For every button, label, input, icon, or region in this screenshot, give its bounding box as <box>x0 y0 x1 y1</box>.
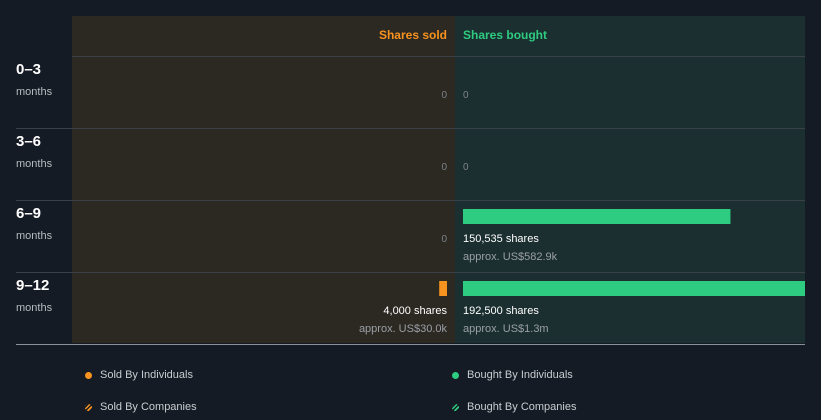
row-period-3: 9–12 <box>16 277 50 294</box>
legend-bought-individuals: Bought By Individuals <box>452 369 573 381</box>
bought-zero-label-0: 0 <box>463 90 469 101</box>
insider-trading-chart: Shares sold Shares bought 0 0 0 0 0 150,535 s… <box>16 16 805 345</box>
row-period-2: 6–9 <box>16 205 42 222</box>
legend-sold-companies-label: Sold By Companies <box>100 401 197 413</box>
bought-value-label-3: approx. US$1.3m <box>463 323 549 335</box>
row-unit-1: months <box>16 158 53 170</box>
legend-sold-companies-hatch-icon <box>85 403 92 411</box>
row-unit-2: months <box>16 230 53 242</box>
bought-shares-label-3: 192,500 shares <box>463 305 539 317</box>
sold-zero-label-0: 0 <box>441 90 447 101</box>
sold-panel-background <box>72 16 455 343</box>
row-period-label-3: 9–12 months <box>16 277 52 314</box>
row-period-label-2: 6–9 months <box>16 205 52 242</box>
legend-sold-individuals: Sold By Individuals <box>85 369 193 381</box>
row-period-1: 3–6 <box>16 133 42 150</box>
legend-bought-individuals-label: Bought By Individuals <box>467 369 573 381</box>
legend-bought-companies-hatch-icon <box>452 403 459 411</box>
bought-bar-3 <box>463 281 805 296</box>
row-unit-0: months <box>16 86 53 98</box>
sold-shares-label-3: 4,000 shares <box>383 305 447 317</box>
row-period-label-1: 3–6 months <box>16 133 52 170</box>
row-unit-3: months <box>16 302 53 314</box>
legend-bought-companies: Bought By Companies <box>452 401 576 413</box>
bought-value-label-2: approx. US$582.9k <box>463 251 558 263</box>
sold-bar-3 <box>439 281 447 296</box>
sold-zero-label-2: 0 <box>441 234 447 245</box>
row-period-label-0: 0–3 months <box>16 61 52 98</box>
legend-bought-companies-label: Bought By Companies <box>467 401 577 413</box>
sold-zero-label-1: 0 <box>441 162 447 173</box>
sold-value-label-3: approx. US$30.0k <box>359 323 448 335</box>
row-period-0: 0–3 <box>16 61 42 78</box>
legend-sold-individuals-label: Sold By Individuals <box>100 369 193 381</box>
legend-sold-individuals-dot-icon <box>85 371 92 379</box>
legend-bought-individuals-dot-icon <box>452 371 459 379</box>
bought-zero-label-1: 0 <box>463 162 469 173</box>
shares-sold-header: Shares sold <box>379 28 447 42</box>
bought-bar-2 <box>463 209 731 224</box>
bought-shares-label-2: 150,535 shares <box>463 233 539 245</box>
shares-bought-header: Shares bought <box>463 28 547 42</box>
legend-sold-companies: Sold By Companies <box>85 401 197 413</box>
